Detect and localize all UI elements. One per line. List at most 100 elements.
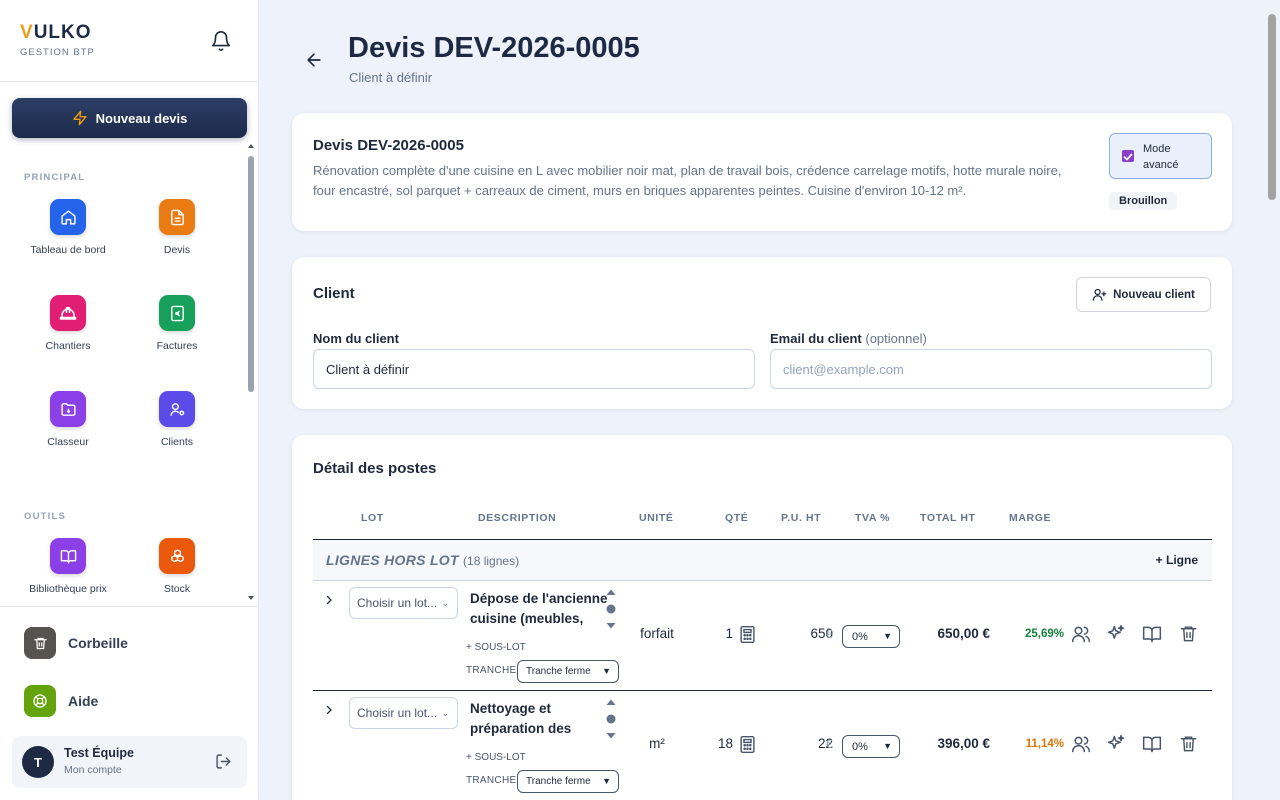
brand-logo[interactable]: VULKO GESTION BTP xyxy=(20,22,95,58)
client-email-input[interactable] xyxy=(770,349,1212,389)
users-icon[interactable] xyxy=(1071,734,1091,759)
book-icon[interactable] xyxy=(1142,734,1162,759)
tranche-select[interactable]: Tranche ferme ▼ xyxy=(517,660,619,683)
sparkles-icon[interactable] xyxy=(1106,734,1126,759)
client-email-label: Email du client (optionnel) xyxy=(770,331,927,346)
tva-select[interactable]: 0% ▼ xyxy=(842,625,900,648)
chevron-down-icon: ▼ xyxy=(602,776,611,786)
book-icon xyxy=(50,538,86,574)
currency-symbol: € xyxy=(826,627,833,641)
column-header-unite: UNITÉ xyxy=(639,512,674,524)
line-total: 396,00 € xyxy=(937,736,990,751)
client-name-input[interactable] xyxy=(313,349,755,389)
tranche-label: TRANCHE xyxy=(466,665,517,676)
line-description[interactable]: Dépose de l'ancienne cuisine (meubles, xyxy=(470,589,610,629)
chevron-right-icon[interactable] xyxy=(323,703,335,721)
sidebar-scroll-thumb[interactable] xyxy=(248,156,254,392)
currency-symbol: € xyxy=(826,737,833,751)
client-section-title: Client xyxy=(313,285,355,302)
nav-bibliotheque-prix[interactable]: Bibliothèque prix xyxy=(13,538,123,595)
tranche-label: TRANCHE xyxy=(466,775,517,786)
chevron-down-icon: ⌄ xyxy=(441,708,449,718)
user-plus-icon xyxy=(1092,288,1107,301)
add-line-button[interactable]: + Ligne xyxy=(1156,553,1198,567)
users-icon[interactable] xyxy=(1071,624,1091,649)
nav-aide[interactable]: Aide xyxy=(24,685,98,717)
line-description[interactable]: Nettoyage et préparation des xyxy=(470,699,610,739)
hard-hat-icon xyxy=(50,295,86,331)
lot-select[interactable]: Choisir un lot... ⌄ xyxy=(349,697,458,729)
back-arrow-icon[interactable] xyxy=(304,50,324,75)
table-row: Choisir un lot... ⌄ Dépose de l'ancienne … xyxy=(313,581,1212,691)
lightning-icon xyxy=(72,110,87,126)
divider xyxy=(0,81,259,82)
trash-icon xyxy=(24,627,56,659)
book-icon[interactable] xyxy=(1142,624,1162,649)
trash-icon[interactable] xyxy=(1179,624,1198,648)
nav-devis[interactable]: Devis xyxy=(122,199,232,256)
trash-icon[interactable] xyxy=(1179,734,1198,758)
line-margin: 11,14% xyxy=(1025,738,1064,750)
user-card[interactable]: T Test Équipe Mon compte xyxy=(12,736,247,788)
brand-subtitle: GESTION BTP xyxy=(20,47,95,58)
column-header-marge: MARGE xyxy=(1009,512,1052,524)
section-label-outils: OUTILS xyxy=(24,511,67,522)
reorder-handle-icon[interactable] xyxy=(605,698,617,745)
column-header-pu-ht: P.U. HT xyxy=(781,512,822,524)
new-quote-button[interactable]: Nouveau devis xyxy=(12,98,247,138)
invoice-euro-icon xyxy=(159,295,195,331)
line-unit[interactable]: m² xyxy=(637,736,677,751)
nav-factures[interactable]: Factures xyxy=(122,295,232,352)
chevron-down-icon: ▼ xyxy=(883,741,892,751)
line-total: 650,00 € xyxy=(937,626,990,641)
chevron-down-icon: ⌄ xyxy=(441,598,449,608)
boxes-icon xyxy=(159,538,195,574)
nav-corbeille[interactable]: Corbeille xyxy=(24,627,128,659)
avatar: T xyxy=(22,746,54,778)
bell-icon[interactable] xyxy=(210,30,232,52)
add-sous-lot-button[interactable]: + SOUS-LOT xyxy=(466,642,526,653)
chevron-down-icon: ▼ xyxy=(602,666,611,676)
page-subtitle: Client à définir xyxy=(349,70,433,85)
section-label-principal: PRINCIPAL xyxy=(24,172,86,183)
column-header-description: DESCRIPTION xyxy=(478,512,557,524)
add-sous-lot-button[interactable]: + SOUS-LOT xyxy=(466,752,526,763)
line-quantity[interactable]: 1 xyxy=(713,626,733,641)
logout-icon[interactable] xyxy=(215,753,232,775)
tranche-select[interactable]: Tranche ferme ▼ xyxy=(517,770,619,793)
line-unit[interactable]: forfait xyxy=(637,626,677,641)
new-client-button[interactable]: Nouveau client xyxy=(1076,277,1211,312)
chevron-down-icon: ▼ xyxy=(883,631,892,641)
nav-classeur[interactable]: Classeur xyxy=(13,391,123,448)
calculator-icon[interactable] xyxy=(739,735,756,759)
nav-stock[interactable]: Stock xyxy=(122,538,232,595)
user-account-label: Mon compte xyxy=(64,764,122,776)
status-badge: Brouillon xyxy=(1109,192,1178,210)
chevron-right-icon[interactable] xyxy=(323,593,335,611)
quote-summary-title: Devis DEV-2026-0005 xyxy=(313,137,464,154)
user-cog-icon xyxy=(159,391,195,427)
column-header-tva: TVA % xyxy=(855,512,891,524)
sparkles-icon[interactable] xyxy=(1106,624,1126,649)
document-icon xyxy=(159,199,195,235)
line-margin: 25,69% xyxy=(1024,628,1064,640)
nav-clients[interactable]: Clients xyxy=(122,391,232,448)
home-icon xyxy=(50,199,86,235)
page-title: Devis DEV-2026-0005 xyxy=(348,32,640,64)
details-section-title: Détail des postes xyxy=(313,460,437,477)
folder-icon xyxy=(50,391,86,427)
tva-select[interactable]: 0% ▼ xyxy=(842,735,900,758)
page-scroll-thumb[interactable] xyxy=(1268,14,1276,200)
line-quantity[interactable]: 18 xyxy=(713,736,733,751)
nav-chantiers[interactable]: Chantiers xyxy=(13,295,123,352)
reorder-handle-icon[interactable] xyxy=(605,588,617,635)
divider xyxy=(0,606,259,607)
lot-group-header: LIGNES HORS LOT (18 lignes) + Ligne xyxy=(313,540,1212,581)
nav-tableau-de-bord[interactable]: Tableau de bord xyxy=(13,199,123,256)
advanced-mode-toggle[interactable]: Mode avancé xyxy=(1109,133,1212,179)
client-name-label: Nom du client xyxy=(313,331,399,346)
checkbox-checked-icon[interactable] xyxy=(1122,150,1134,162)
quote-description: Rénovation complète d'une cuisine en L a… xyxy=(313,163,1062,198)
calculator-icon[interactable] xyxy=(739,625,756,649)
lot-select[interactable]: Choisir un lot... ⌄ xyxy=(349,587,458,619)
